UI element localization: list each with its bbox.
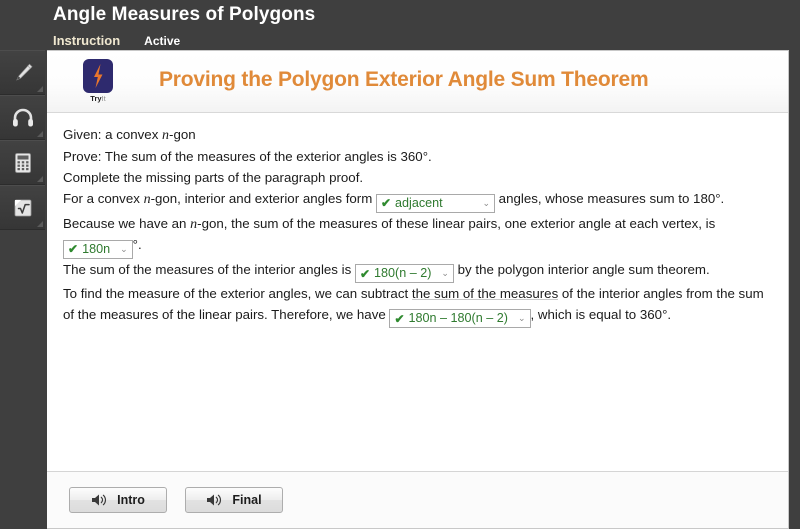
lesson-app: Angle Measures of Polygons Instruction A… — [0, 0, 800, 529]
p4-highlighted-text: the sum of the measures — [411, 286, 559, 301]
answer-dropdown-2[interactable]: ✔ 180n ⌄ — [63, 239, 133, 259]
final-audio-button[interactable]: Final — [185, 487, 283, 513]
p2-text-b: -gon, the sum of the measures of these l… — [197, 215, 716, 231]
speaker-icon — [207, 494, 222, 506]
prove-line: Prove: The sum of the measures of the ex… — [63, 149, 432, 164]
answer-dropdown-3[interactable]: ✔ 180(n – 2) ⌄ — [354, 264, 454, 283]
audio-toolbar: Intro Final — [47, 471, 788, 528]
p1-text-c: angles, whose measures sum to 180°. — [494, 191, 725, 206]
math-tool-icon — [14, 199, 31, 216]
highlighter-icon — [15, 63, 32, 81]
proof-paragraph-3: The sum of the measures of the interior … — [63, 260, 772, 283]
lesson-banner: TryIt Proving the Polygon Exterior Angle… — [47, 51, 788, 113]
calculator-icon — [14, 152, 31, 173]
p4-text-a: To find the measure of the exterior angl… — [63, 286, 412, 301]
p3-text-a: The sum of the measures of the interior … — [63, 261, 355, 277]
tool-button-calculator[interactable] — [0, 140, 45, 185]
app-header: Angle Measures of Polygons Instruction A… — [0, 0, 800, 50]
given-line: Given: a convex n-gon — [63, 125, 772, 147]
check-icon: ✔ — [394, 311, 405, 326]
proof-paragraph-1: For a convex n-gon, interior and exterio… — [63, 189, 772, 213]
instruction-line: Complete the missing parts of the paragr… — [63, 170, 364, 185]
given-label: Given: a convex — [63, 127, 163, 142]
intro-audio-button[interactable]: Intro — [69, 487, 167, 513]
answer-dropdown-1[interactable]: ✔ adjacent ⌄ — [375, 193, 495, 213]
lesson-card: TryIt Proving the Polygon Exterior Angle… — [47, 50, 789, 529]
chevron-down-icon: ⌄ — [120, 243, 128, 254]
speaker-icon — [92, 494, 107, 506]
proof-paragraph-4: To find the measure of the exterior angl… — [63, 284, 772, 328]
headphones-icon — [12, 108, 33, 126]
tool-button-highlighter[interactable] — [0, 50, 45, 95]
final-audio-label: Final — [232, 493, 262, 507]
try-it-badge: TryIt — [75, 59, 121, 103]
lesson-banner-title: Proving the Polygon Exterior Angle Sum T… — [159, 68, 649, 91]
answer-dropdown-4-value: 180n – 180(n – 2) — [408, 311, 508, 326]
check-icon: ✔ — [380, 196, 392, 210]
p3-text-b: by the polygon interior angle sum theore… — [453, 261, 710, 277]
tool-button-math[interactable] — [0, 185, 45, 230]
lightning-bolt-icon — [94, 64, 103, 88]
tab-active[interactable]: Active — [144, 34, 180, 48]
answer-dropdown-3-value: 180(n – 2) — [374, 266, 432, 281]
try-it-label-primary: Try — [90, 94, 102, 103]
p2-text-c: °. — [132, 237, 142, 252]
try-it-badge-square — [83, 59, 113, 93]
lesson-body: Given: a convex n-gon Prove: The sum of … — [47, 113, 788, 472]
try-it-label: TryIt — [75, 94, 121, 103]
p1-variable: n — [143, 192, 151, 207]
intro-audio-label: Intro — [117, 493, 145, 507]
try-it-label-secondary: It — [101, 94, 106, 103]
header-tabs: Instruction Active — [53, 33, 180, 48]
tool-rail — [0, 50, 47, 529]
chevron-down-icon: ⌄ — [441, 268, 449, 278]
given-variable: n — [162, 128, 170, 143]
answer-dropdown-2-value: 180n — [82, 241, 111, 256]
tab-instruction[interactable]: Instruction — [53, 33, 120, 48]
answer-dropdown-1-value: adjacent — [395, 195, 443, 210]
p2-text-a: Because we have an — [63, 215, 191, 231]
chevron-down-icon: ⌄ — [482, 197, 490, 208]
given-tail: -gon — [169, 127, 196, 142]
chevron-down-icon: ⌄ — [517, 313, 526, 323]
p1-text-a: For a convex — [63, 191, 144, 206]
p4-text-c: , which is equal to 360°. — [530, 306, 672, 322]
check-icon: ✔ — [68, 242, 79, 256]
tool-button-audio[interactable] — [0, 95, 45, 140]
page-title: Angle Measures of Polygons — [53, 4, 316, 25]
answer-dropdown-4[interactable]: ✔ 180n – 180(n – 2) ⌄ — [389, 309, 531, 328]
p1-text-b: -gon, interior and exterior angles form — [150, 191, 376, 206]
check-icon: ✔ — [359, 266, 370, 281]
proof-paragraph-2: Because we have an n-gon, the sum of the… — [63, 214, 772, 259]
